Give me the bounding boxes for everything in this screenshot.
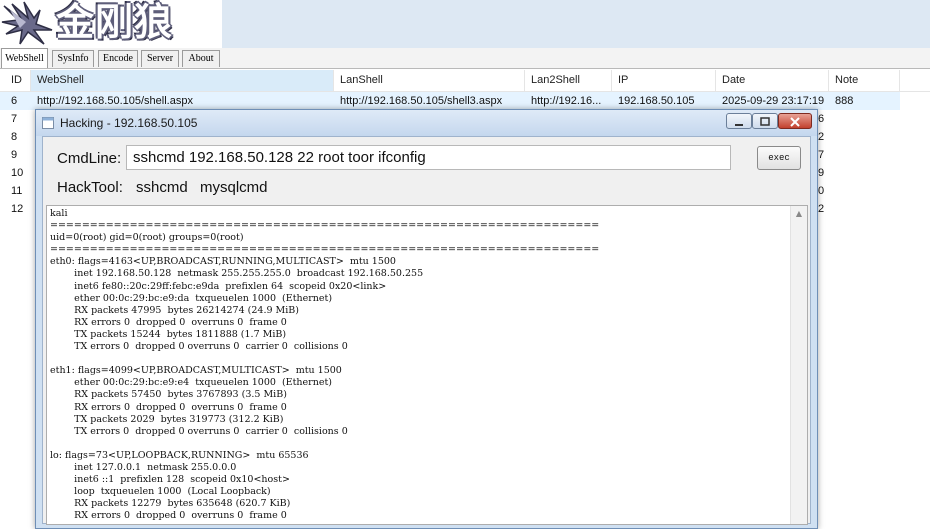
cell-ip: 192.168.50.105 bbox=[612, 92, 716, 110]
minimize-icon bbox=[735, 124, 743, 126]
wolf-claw-logo-icon bbox=[1, 1, 53, 45]
cmdline-label: CmdLine: bbox=[57, 150, 122, 167]
cell-id: 10 bbox=[11, 167, 24, 179]
app-logo-text: 金刚狼 bbox=[56, 0, 174, 44]
cell-note: 888 bbox=[829, 92, 900, 110]
cell-date: 2025-09-29 23:17:19 bbox=[716, 92, 829, 110]
tab-sysinfo[interactable]: SysInfo bbox=[52, 50, 94, 67]
tab-about[interactable]: About bbox=[182, 50, 220, 67]
column-header-lanshell[interactable]: LanShell bbox=[334, 70, 525, 91]
dialog-titlebar[interactable]: Hacking - 192.168.50.105 bbox=[36, 110, 817, 136]
app-banner: 金刚狼 bbox=[0, 0, 930, 48]
column-header-webshell[interactable]: WebShell bbox=[31, 70, 334, 91]
main-tab-bar: WebShell SysInfo Encode Server About bbox=[0, 48, 930, 69]
minimize-button[interactable] bbox=[726, 113, 752, 129]
dialog-body: CmdLine: sshcmd 192.168.50.128 22 root t… bbox=[42, 136, 811, 525]
command-output-text: kali ===================================… bbox=[50, 208, 600, 522]
exec-button[interactable]: exec bbox=[757, 146, 801, 170]
cell-id: 8 bbox=[11, 131, 18, 143]
cell-id: 7 bbox=[11, 113, 18, 125]
scroll-up-arrow-icon[interactable]: ▲ bbox=[791, 206, 807, 222]
output-scrollbar[interactable]: ▲ bbox=[790, 206, 807, 524]
close-icon bbox=[790, 117, 800, 127]
maximize-button[interactable] bbox=[752, 113, 778, 129]
tool-mysqlcmd[interactable]: mysqlcmd bbox=[200, 177, 268, 199]
hacking-dialog: Hacking - 192.168.50.105 CmdLine: sshcmd… bbox=[35, 109, 818, 529]
window-app-icon bbox=[42, 117, 54, 129]
app-logo: 金刚狼 bbox=[0, 0, 222, 48]
close-button[interactable] bbox=[778, 113, 812, 129]
tab-encode[interactable]: Encode bbox=[98, 50, 138, 67]
maximize-icon bbox=[760, 117, 770, 126]
column-header-ip[interactable]: IP bbox=[612, 70, 716, 91]
cmdline-input[interactable]: sshcmd 192.168.50.128 22 root toor ifcon… bbox=[126, 145, 731, 170]
cell-webshell: http://192.168.50.105/shell.aspx bbox=[31, 92, 334, 110]
cell-lan2shell: http://192.16... bbox=[525, 92, 612, 110]
table-header: ID WebShell LanShell Lan2Shell IP Date N… bbox=[0, 70, 930, 92]
cell-id: 11 bbox=[11, 185, 23, 197]
column-header-date[interactable]: Date bbox=[716, 70, 829, 91]
column-header-note[interactable]: Note bbox=[829, 70, 900, 91]
output-textarea[interactable]: kali ===================================… bbox=[46, 205, 808, 525]
tab-webshell[interactable]: WebShell bbox=[1, 48, 48, 68]
tab-server[interactable]: Server bbox=[141, 50, 179, 67]
column-header-id[interactable]: ID bbox=[5, 70, 31, 91]
column-header-lan2shell[interactable]: Lan2Shell bbox=[525, 70, 612, 91]
cell-lanshell: http://192.168.50.105/shell3.aspx bbox=[334, 92, 525, 110]
cell-id: 12 bbox=[11, 203, 24, 215]
cell-id: 9 bbox=[11, 149, 18, 161]
dialog-title: Hacking - 192.168.50.105 bbox=[60, 116, 198, 130]
table-row[interactable]: 6 http://192.168.50.105/shell.aspx http:… bbox=[0, 92, 930, 110]
cell-id: 6 bbox=[0, 92, 31, 110]
hacktool-label: HackTool: bbox=[57, 179, 123, 196]
tool-sshcmd[interactable]: sshcmd bbox=[136, 177, 188, 199]
